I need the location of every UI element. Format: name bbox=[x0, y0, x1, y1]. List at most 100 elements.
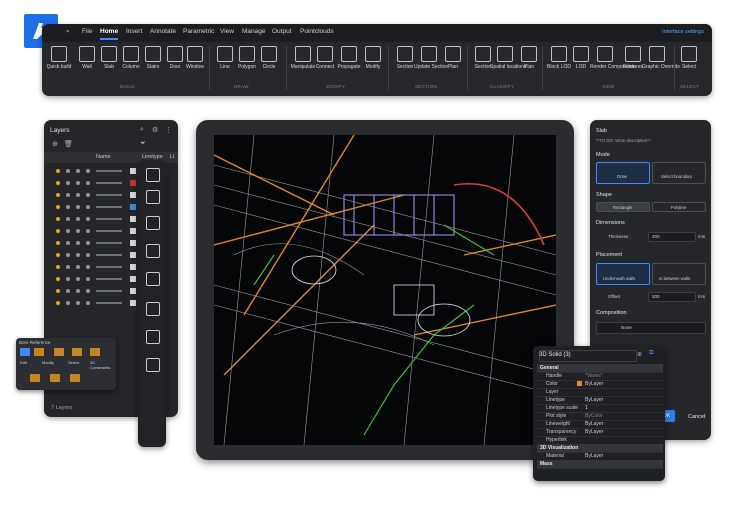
quick-select-icon[interactable]: ⧉ bbox=[649, 350, 653, 357]
ribbon-tool[interactable]: Graphic Override bbox=[642, 46, 680, 71]
more-icon[interactable]: ⋮ bbox=[165, 126, 172, 134]
layer-row[interactable] bbox=[50, 214, 136, 225]
layer-color-swatch[interactable] bbox=[130, 276, 136, 282]
hierarchy-icon[interactable] bbox=[146, 272, 160, 286]
ribbon-tool[interactable]: Circle bbox=[254, 46, 284, 71]
lock-icon[interactable] bbox=[76, 229, 80, 233]
new-layer-icon[interactable]: ⊕ bbox=[52, 140, 58, 148]
ribbon-tool[interactable]: Plan bbox=[514, 46, 544, 71]
sun-icon[interactable] bbox=[66, 301, 70, 305]
composition-dropdown[interactable]: None bbox=[596, 322, 706, 334]
bulb-icon[interactable] bbox=[56, 289, 60, 293]
offset-input[interactable]: 200 bbox=[648, 292, 696, 302]
layer-color-swatch[interactable] bbox=[130, 252, 136, 258]
print-icon[interactable] bbox=[86, 205, 90, 209]
menu-home[interactable]: Home bbox=[100, 28, 119, 40]
print-icon[interactable] bbox=[86, 181, 90, 185]
print-icon[interactable] bbox=[86, 265, 90, 269]
3d-model-render[interactable] bbox=[214, 135, 556, 445]
bulb-icon[interactable] bbox=[56, 265, 60, 269]
menu-annotate[interactable]: Annotate bbox=[150, 28, 176, 35]
menu-parametric[interactable]: Parametric bbox=[183, 28, 214, 35]
sun-icon[interactable] bbox=[66, 241, 70, 245]
menu-manage[interactable]: Manage bbox=[242, 28, 266, 35]
layer-color-swatch[interactable] bbox=[130, 192, 136, 198]
layer-row[interactable] bbox=[50, 238, 136, 249]
ribbon-tool[interactable]: Render Composition bbox=[590, 46, 636, 71]
sun-icon[interactable] bbox=[66, 253, 70, 257]
layer-color-swatch[interactable] bbox=[130, 168, 136, 174]
menu-insert[interactable]: Insert bbox=[126, 28, 142, 35]
lock-icon[interactable] bbox=[76, 205, 80, 209]
lock-icon[interactable] bbox=[76, 253, 80, 257]
print-icon[interactable] bbox=[86, 289, 90, 293]
settings-icon[interactable]: ⚙ bbox=[152, 126, 158, 134]
ribbon-tool[interactable]: Select bbox=[674, 46, 704, 71]
sliders-icon[interactable] bbox=[146, 190, 160, 204]
function-icon[interactable] bbox=[146, 302, 160, 316]
bulb-icon[interactable] bbox=[56, 169, 60, 173]
search-icon[interactable]: ⌕ bbox=[66, 28, 70, 36]
print-icon[interactable] bbox=[86, 229, 90, 233]
mode-select-boundary[interactable]: Select boundary bbox=[652, 162, 706, 184]
ribbon-tool[interactable]: Plan bbox=[438, 46, 468, 71]
cloud-icon[interactable] bbox=[146, 358, 160, 372]
layer-color-swatch[interactable] bbox=[130, 228, 136, 234]
menu-pointclouds[interactable]: Pointclouds bbox=[300, 28, 334, 35]
sun-icon[interactable] bbox=[66, 169, 70, 173]
pick-icon[interactable]: ⊕ bbox=[637, 351, 642, 358]
menu-view[interactable]: View bbox=[220, 28, 234, 35]
layer-color-swatch[interactable] bbox=[130, 240, 136, 246]
lock-icon[interactable] bbox=[76, 169, 80, 173]
print-icon[interactable] bbox=[86, 169, 90, 173]
sun-icon[interactable] bbox=[66, 265, 70, 269]
lock-icon[interactable] bbox=[76, 301, 80, 305]
layer-row[interactable] bbox=[50, 250, 136, 261]
bulb-icon[interactable] bbox=[56, 241, 60, 245]
interface-settings-link[interactable]: Interface settings bbox=[662, 29, 704, 35]
thickness-input[interactable]: 200 bbox=[648, 232, 696, 242]
constraint-icon[interactable] bbox=[72, 348, 82, 356]
layer-color-swatch[interactable] bbox=[130, 180, 136, 186]
print-icon[interactable] bbox=[86, 193, 90, 197]
delete-layer-icon[interactable]: 🗑 bbox=[64, 140, 73, 148]
select-icon[interactable] bbox=[54, 348, 64, 356]
layer-color-swatch[interactable] bbox=[130, 264, 136, 270]
layer-row[interactable] bbox=[50, 262, 136, 273]
bulb-icon[interactable] bbox=[56, 253, 60, 257]
bulb-icon[interactable] bbox=[56, 301, 60, 305]
sun-icon[interactable] bbox=[66, 229, 70, 233]
menu-output[interactable]: Output bbox=[272, 28, 292, 35]
attach-icon[interactable] bbox=[146, 330, 160, 344]
lock-icon[interactable] bbox=[76, 241, 80, 245]
layer-row[interactable] bbox=[50, 178, 136, 189]
sun-icon[interactable] bbox=[66, 217, 70, 221]
shape-rectangle[interactable]: Rectangle bbox=[596, 202, 650, 212]
layer-color-swatch[interactable] bbox=[130, 216, 136, 222]
layer-row[interactable] bbox=[50, 274, 136, 285]
edit-icon[interactable] bbox=[20, 348, 30, 356]
bulb-icon[interactable] bbox=[56, 193, 60, 197]
bulb-icon[interactable] bbox=[56, 217, 60, 221]
menu-file[interactable]: File bbox=[82, 28, 92, 35]
edit-pencil-icon[interactable] bbox=[70, 374, 80, 382]
layer-color-swatch[interactable] bbox=[130, 288, 136, 294]
constraint-3d-icon[interactable] bbox=[90, 348, 100, 356]
shape-polyline[interactable]: Polyline bbox=[652, 202, 706, 212]
print-icon[interactable] bbox=[86, 253, 90, 257]
layer-row[interactable] bbox=[50, 166, 136, 177]
modify-icon[interactable] bbox=[34, 348, 44, 356]
placement-in-between[interactable]: In between walls bbox=[652, 263, 706, 285]
materials-icon[interactable] bbox=[146, 216, 160, 230]
folder-icon[interactable] bbox=[30, 374, 40, 382]
bulb-icon[interactable] bbox=[56, 229, 60, 233]
sun-icon[interactable] bbox=[66, 289, 70, 293]
layer-row[interactable] bbox=[50, 298, 136, 309]
sun-icon[interactable] bbox=[66, 181, 70, 185]
print-icon[interactable] bbox=[86, 301, 90, 305]
lock-icon[interactable] bbox=[76, 265, 80, 269]
sun-icon[interactable] bbox=[66, 205, 70, 209]
placement-underneath[interactable]: Underneath walls bbox=[596, 263, 650, 285]
cancel-button[interactable]: Cancel bbox=[688, 414, 705, 420]
layers-stack-icon[interactable] bbox=[146, 244, 160, 258]
